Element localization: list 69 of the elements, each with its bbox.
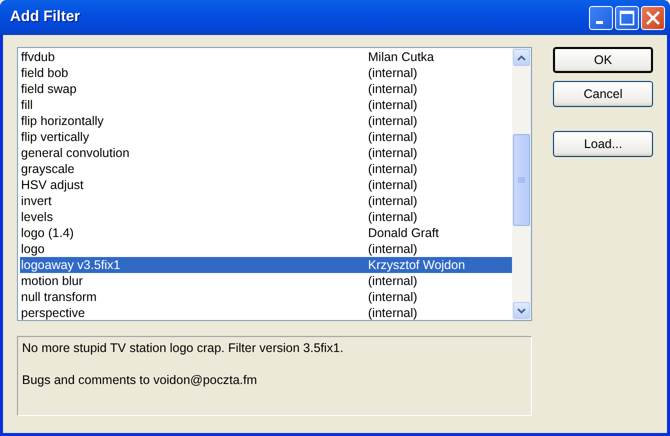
- filter-name: HSV adjust: [20, 177, 85, 193]
- filter-name: field swap: [20, 81, 78, 97]
- filter-author: (internal): [368, 305, 418, 320]
- description-text: Bugs and comments to voidon@poczta.fm: [22, 372, 258, 388]
- filter-name: motion blur: [20, 273, 84, 289]
- scrollbar[interactable]: [512, 48, 532, 320]
- filter-author: (internal): [368, 145, 418, 161]
- list-row[interactable]: general convolution (internal): [20, 145, 512, 161]
- minimize-icon: [596, 21, 602, 24]
- maximize-icon: [619, 10, 635, 26]
- filter-name: logoaway v3.5fix1: [20, 257, 122, 273]
- list-row[interactable]: flip horizontally (internal): [20, 113, 512, 129]
- list-row[interactable]: logo (internal): [20, 241, 512, 257]
- filter-name: levels: [20, 209, 54, 225]
- filter-name: general convolution: [20, 145, 130, 161]
- filter-name: fill: [20, 97, 34, 113]
- filter-author: Milan Cutka: [368, 49, 434, 65]
- list-row[interactable]: logo (1.4) Donald Graft: [20, 225, 512, 241]
- dialog-button[interactable]: Load...: [553, 131, 653, 157]
- list-row[interactable]: invert (internal): [20, 193, 512, 209]
- filter-name: invert: [20, 193, 53, 209]
- close-button[interactable]: [641, 6, 665, 30]
- window-title: Add Filter: [10, 7, 81, 28]
- filter-name: field bob: [20, 65, 70, 81]
- list-row[interactable]: field bob (internal): [20, 65, 512, 81]
- list-row[interactable]: null transform (internal): [20, 289, 512, 305]
- filter-name: logo: [20, 241, 46, 257]
- filter-name: flip horizontally: [20, 113, 105, 129]
- filter-author: Donald Graft: [368, 225, 439, 241]
- filter-author: (internal): [368, 241, 418, 257]
- list-row[interactable]: logoaway v3.5fix1 Krzysztof Wojdon: [20, 257, 512, 273]
- filter-list[interactable]: [17, 47, 532, 321]
- list-row[interactable]: ffvdub Milan Cutka: [20, 49, 512, 65]
- filter-author: (internal): [368, 129, 418, 145]
- list-row[interactable]: fill (internal): [20, 97, 512, 113]
- filter-author: (internal): [368, 193, 418, 209]
- filter-author: (internal): [368, 209, 418, 225]
- grip-icon: [518, 176, 526, 184]
- list-row[interactable]: HSV adjust (internal): [20, 177, 512, 193]
- description-text: No more stupid TV station logo crap. Filter version 3.5fix1.: [22, 340, 344, 356]
- list-row[interactable]: levels (internal): [20, 209, 512, 225]
- close-icon: [645, 10, 661, 26]
- filter-author: (internal): [368, 289, 418, 305]
- minimize-button[interactable]: [589, 6, 613, 30]
- filter-author: (internal): [368, 273, 418, 289]
- filter-name: flip vertically: [20, 129, 90, 145]
- dialog-button[interactable]: OK: [553, 47, 653, 73]
- dialog-button[interactable]: Cancel: [553, 81, 653, 107]
- filter-author: Krzysztof Wojdon: [368, 257, 466, 273]
- filter-author: (internal): [368, 177, 418, 193]
- filter-author: (internal): [368, 81, 418, 97]
- filter-author: (internal): [368, 161, 418, 177]
- filter-name: grayscale: [20, 161, 76, 177]
- filter-name: null transform: [20, 289, 98, 305]
- filter-name: perspective: [20, 305, 86, 320]
- scroll-down-button[interactable]: [513, 302, 530, 319]
- scroll-thumb[interactable]: [513, 134, 530, 226]
- filter-author: (internal): [368, 113, 418, 129]
- list-row[interactable]: field swap (internal): [20, 81, 512, 97]
- list-row[interactable]: flip vertically (internal): [20, 129, 512, 145]
- maximize-button[interactable]: [615, 6, 639, 30]
- scroll-up-button[interactable]: [513, 49, 530, 66]
- filter-name: logo (1.4): [20, 225, 75, 241]
- list-row[interactable]: perspective (internal): [20, 305, 512, 320]
- list-row[interactable]: grayscale (internal): [20, 161, 512, 177]
- filter-author: (internal): [368, 65, 418, 81]
- filter-name: ffvdub: [20, 49, 56, 65]
- filter-author: (internal): [368, 97, 418, 113]
- list-row[interactable]: motion blur (internal): [20, 273, 512, 289]
